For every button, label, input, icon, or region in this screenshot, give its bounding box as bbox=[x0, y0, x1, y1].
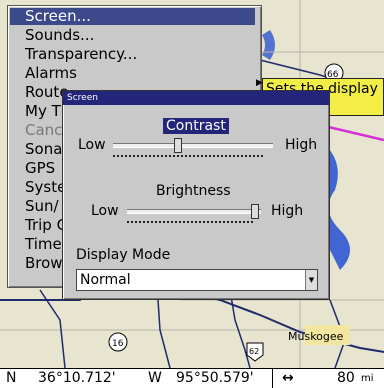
brightness-low-label: Low bbox=[91, 203, 119, 219]
latitude-value: 36°10.712' bbox=[38, 370, 116, 386]
menu-item-transparency[interactable]: Transparency... bbox=[25, 46, 137, 63]
route-shield-16: 16 bbox=[108, 332, 128, 352]
display-mode-value: Normal bbox=[80, 272, 131, 288]
brightness-high-label: High bbox=[271, 203, 304, 219]
contrast-label[interactable]: Contrast bbox=[163, 118, 229, 134]
dialog-title: Screen bbox=[63, 91, 329, 105]
gps-screen: Muskogee 66 16 62 Screen... Sounds... Tr… bbox=[0, 0, 384, 388]
svg-text:62: 62 bbox=[249, 347, 259, 356]
status-bar: N 36°10.712' W 95°50.579' ↔ 80 mi bbox=[0, 368, 384, 388]
menu-item-system[interactable]: Syste bbox=[25, 179, 66, 196]
menu-item-sounds[interactable]: Sounds... bbox=[25, 27, 94, 44]
menu-item-cancel: Canc bbox=[25, 121, 63, 139]
menu-item-my-trails[interactable]: My T bbox=[25, 103, 61, 120]
city-label: Muskogee bbox=[288, 330, 344, 343]
menu-item-browse[interactable]: Brow bbox=[25, 255, 63, 272]
latitude-hemisphere: N bbox=[6, 370, 17, 386]
contrast-low-label: Low bbox=[78, 137, 106, 153]
zoom-arrow-icon: ↔ bbox=[282, 370, 294, 386]
brightness-label: Brightness bbox=[156, 183, 231, 199]
menu-item-alarms[interactable]: Alarms bbox=[25, 65, 77, 82]
menu-item-gps[interactable]: GPS bbox=[25, 160, 55, 177]
menu-item-screen[interactable]: Screen... bbox=[10, 8, 255, 25]
menu-item-sun-moon[interactable]: Sun/ bbox=[25, 198, 59, 215]
brightness-slider-thumb[interactable] bbox=[251, 204, 260, 219]
contrast-high-label: High bbox=[285, 137, 318, 153]
menu-item-sonar[interactable]: Sona bbox=[25, 141, 62, 158]
menu-item-trip-calculator[interactable]: Trip C bbox=[25, 217, 67, 234]
screen-dialog: Screen Contrast Low High Brightness Low … bbox=[62, 90, 330, 300]
display-mode-select[interactable]: Normal ▼ bbox=[76, 269, 318, 291]
zoom-value: 80 bbox=[337, 370, 355, 386]
longitude-hemisphere: W bbox=[148, 370, 162, 386]
display-mode-label: Display Mode bbox=[76, 247, 171, 263]
svg-text:16: 16 bbox=[112, 339, 124, 349]
dropdown-arrow-icon[interactable]: ▼ bbox=[305, 270, 317, 290]
contrast-slider-thumb[interactable] bbox=[174, 138, 182, 153]
longitude-value: 95°50.579' bbox=[176, 370, 254, 386]
zoom-unit: mi bbox=[361, 373, 374, 384]
